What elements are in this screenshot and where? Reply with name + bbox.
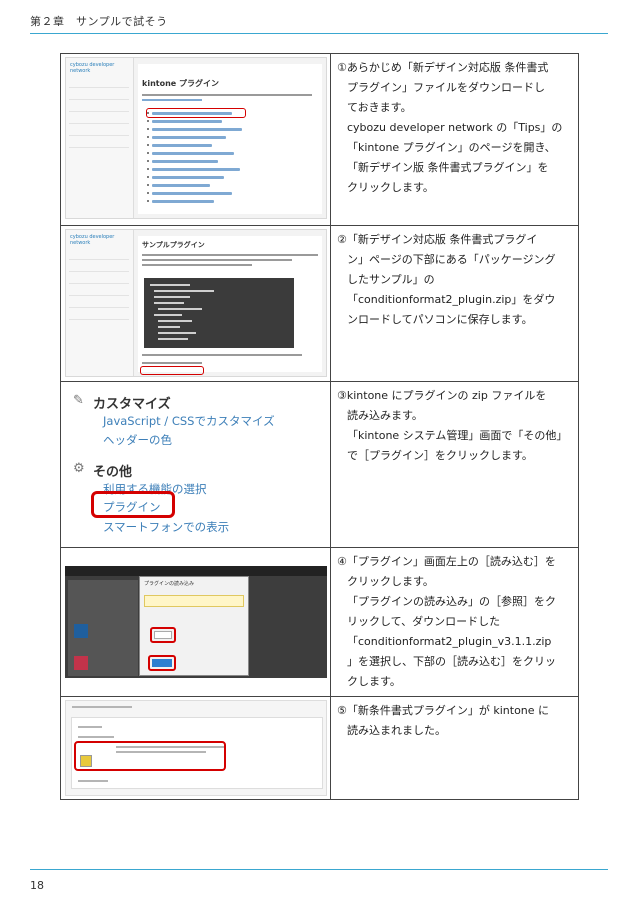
sidebar-item (69, 128, 129, 136)
link-bullet (147, 160, 218, 163)
highlight-box (91, 491, 175, 518)
sidebar-item (69, 312, 129, 320)
step-screenshot-cell: cybozu developer network サンプルプラグイン (60, 225, 331, 382)
highlight-box (148, 655, 176, 671)
plugin-thumbnail (80, 755, 92, 767)
sidebar-item (69, 80, 129, 88)
step-row: cybozu developer network サンプルプラグイン ②「新デザ… (60, 225, 579, 382)
code-block (144, 278, 294, 348)
link-bullet (147, 136, 226, 139)
link-smartphone-display[interactable]: スマートフォンでの表示 (103, 519, 229, 535)
warning-message (144, 595, 244, 607)
link-bullet (147, 168, 240, 171)
step-screenshot-cell: ✎ カスタマイズ JavaScript / CSSでカスタマイズ ヘッダーの色 … (60, 381, 331, 548)
screenshot-plugin-import: プラグインの読み込み (65, 566, 327, 678)
link-bullet (147, 200, 214, 203)
screenshot-plugin-list-page: cybozu developer network kintone プラグイン (65, 57, 327, 219)
step-screenshot-cell (60, 696, 331, 800)
sidebar-item (69, 104, 129, 112)
highlight-box (74, 741, 226, 771)
sidebar-item (69, 252, 129, 260)
plugin-icon (74, 624, 88, 638)
step-row: cybozu developer network kintone プラグイン ①… (60, 53, 579, 226)
step-description: ②「新デザイン対応版 条件書式プラグイ ン」ページの下部にある「パッケージング … (330, 225, 579, 382)
step-row: ⑤「新条件書式プラグイン」が kintone に 読み込まれました。 (60, 696, 579, 800)
sidebar-item (69, 116, 129, 124)
screenshot-plugin-list (65, 700, 327, 796)
section-other: その他 (93, 465, 133, 480)
highlight-box (150, 627, 176, 643)
step-description: ③kintone にプラグインの zip ファイルを 読み込みます。 「kint… (330, 381, 579, 548)
highlight-box (140, 366, 204, 375)
sidebar-item (69, 92, 129, 100)
link-bullet (147, 176, 224, 179)
steps-table: cybozu developer network kintone プラグイン ①… (60, 53, 579, 800)
step-description: ①あらかじめ「新デザイン対応版 条件書式 プラグイン」ファイルをダウンロードし … (330, 53, 579, 226)
sidebar-item (69, 140, 129, 148)
step-description: ④「プラグイン」画面左上の［読み込む］を クリックします。 「プラグインの読み込… (330, 547, 579, 697)
footer-rule (30, 869, 608, 870)
screenshot-logo: cybozu developer network (70, 234, 115, 246)
screenshot-page-title: kintone プラグイン (142, 79, 219, 88)
step-row: プラグインの読み込み ④「プラグイン」画面左上の［読み込む］を クリックします。… (60, 547, 579, 697)
link-bullet (147, 152, 234, 155)
screenshot-content: kintone プラグイン (138, 64, 322, 214)
wrench-icon: ✎ (73, 393, 84, 408)
screenshot-content: サンプルプラグイン (138, 236, 322, 375)
link-bullet (147, 128, 242, 131)
screenshot-logo: cybozu developer network (70, 62, 115, 74)
header-rule (30, 33, 608, 34)
step-screenshot-cell: cybozu developer network kintone プラグイン (60, 53, 331, 226)
import-dialog: プラグインの読み込み (139, 576, 249, 676)
step-screenshot-cell: プラグインの読み込み (60, 547, 331, 697)
link-bullet (147, 184, 210, 187)
screenshot-sidebar: cybozu developer network (66, 58, 134, 218)
dialog-title: プラグインの読み込み (144, 581, 195, 587)
highlight-box (146, 108, 246, 118)
link-javascript-css[interactable]: JavaScript / CSSでカスタマイズ (103, 413, 275, 429)
link-header-color[interactable]: ヘッダーの色 (103, 432, 172, 448)
sidebar-item (69, 288, 129, 296)
screenshot-sample-plugin-page: cybozu developer network サンプルプラグイン (65, 229, 327, 377)
page-number: 18 (30, 879, 44, 892)
sidebar-item (69, 276, 129, 284)
screenshot-system-settings: ✎ カスタマイズ JavaScript / CSSでカスタマイズ ヘッダーの色 … (65, 385, 327, 543)
screenshot-page-title: サンプルプラグイン (142, 241, 205, 249)
gear-icon: ⚙ (73, 461, 85, 476)
step-description: ⑤「新条件書式プラグイン」が kintone に 読み込まれました。 (330, 696, 579, 800)
link-bullet (147, 120, 222, 123)
link-bullet (147, 144, 212, 147)
sidebar-item (69, 264, 129, 272)
plugin-icon (74, 656, 88, 670)
chapter-title: 第２章 サンプルで試そう (30, 15, 168, 28)
screenshot-sidebar: cybozu developer network (66, 230, 134, 376)
section-customize: カスタマイズ (93, 397, 171, 412)
link-bullet (147, 192, 232, 195)
step-row: ✎ カスタマイズ JavaScript / CSSでカスタマイズ ヘッダーの色 … (60, 381, 579, 548)
sidebar-item (69, 300, 129, 308)
